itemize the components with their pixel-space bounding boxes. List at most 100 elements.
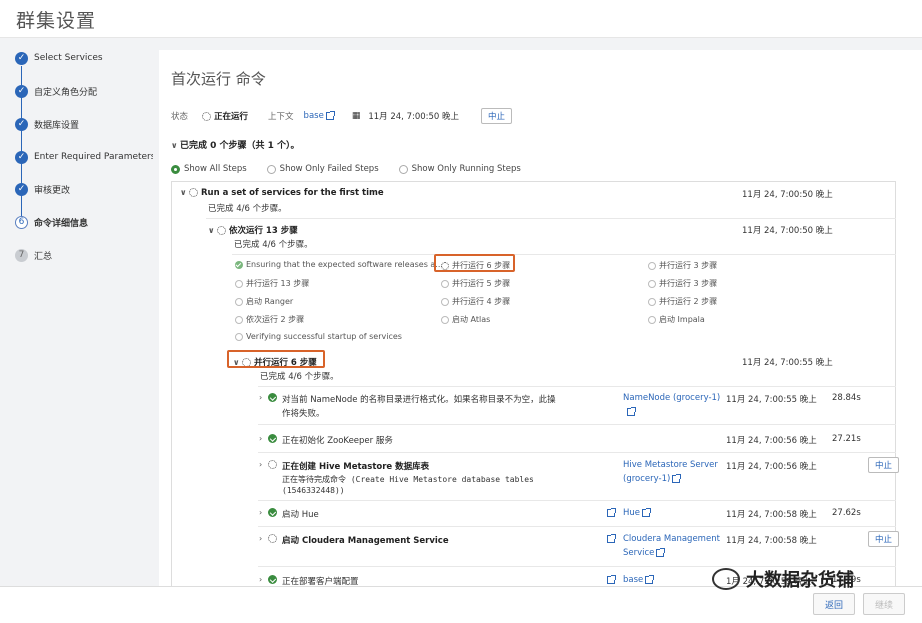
status-label: 状态	[171, 112, 189, 122]
substep-item[interactable]: 并行运行 5 步骤	[441, 278, 510, 289]
substep-item[interactable]: Verifying successful startup of services	[235, 332, 402, 341]
task-role-link-text: (grocery-1)	[623, 474, 671, 484]
chevron-down-icon: ∨	[208, 226, 215, 235]
divider	[258, 500, 896, 501]
substep-label: 启动 Impala	[659, 315, 705, 324]
substep-item[interactable]: 依次运行 2 步骤	[235, 314, 304, 325]
substep-item[interactable]: Ensuring that the expected software rele…	[235, 260, 443, 269]
divider	[258, 526, 896, 527]
context-link[interactable]: base	[304, 111, 324, 121]
steps-panel: ∨ Run a set of services for the first ti…	[171, 181, 900, 587]
task-role-link-cont[interactable]: Service	[623, 547, 666, 558]
chevron-down-icon: ∨	[180, 188, 187, 197]
task-row[interactable]: ›	[259, 534, 277, 544]
wizard-step-summary[interactable]: 7 汇总	[15, 245, 52, 265]
check-icon: ✓	[15, 84, 28, 98]
task-log-link[interactable]	[605, 507, 616, 518]
continue-button[interactable]: 继续	[863, 593, 905, 615]
abort-command-button[interactable]: 中止	[481, 108, 513, 124]
wizard-step-select-services[interactable]: ✓ Select Services	[15, 48, 103, 68]
running-spinner-icon	[217, 226, 226, 235]
task-abort-button[interactable]: 中止	[868, 457, 900, 473]
step-number-badge: 7	[15, 248, 28, 262]
task-duration: 27.62s	[832, 508, 861, 518]
chevron-right-icon: ›	[259, 534, 263, 543]
task-title: 正在初始化 ZooKeeper 服务	[282, 436, 393, 446]
external-link-icon	[642, 507, 652, 517]
task-title: 正在创建 Hive Metastore 数据库表	[282, 462, 430, 472]
seq-step[interactable]: ∨ 依次运行 13 步骤	[208, 224, 298, 236]
pending-icon	[648, 297, 656, 306]
task-role-link[interactable]: Cloudera Management	[623, 534, 720, 544]
external-link-icon[interactable]	[325, 111, 335, 120]
radio-icon	[266, 164, 276, 174]
external-link-icon	[645, 574, 655, 584]
task-role-link[interactable]: base	[623, 574, 655, 585]
start-datetime: 11月 24, 7:00:50 晚上	[368, 112, 460, 122]
check-icon: ✓	[15, 150, 28, 164]
substep-item[interactable]: 并行运行 2 步骤	[648, 296, 717, 307]
highlight-box	[434, 254, 515, 272]
wizard-step-database-setup[interactable]: ✓ 数据库设置	[15, 114, 79, 134]
chevron-right-icon: ›	[259, 434, 263, 443]
parallel-step-time: 11月 24, 7:00:55 晚上	[742, 358, 833, 368]
substep-item[interactable]: 并行运行 3 步骤	[648, 260, 717, 271]
seq-step-progress: 已完成 4/6 个步骤。	[234, 240, 313, 250]
steps-summary-toggle[interactable]: ∨ 已完成 0 个步骤（共 1 个）。	[171, 138, 300, 151]
task-role-link-text: base	[623, 575, 644, 585]
wizard-step-review[interactable]: ✓ 审核更改	[15, 179, 70, 199]
task-subtext: 正在等待完成命令 (Create Hive Metastore database…	[282, 475, 534, 484]
substep-item[interactable]: 启动 Ranger	[235, 296, 293, 307]
substep-item[interactable]: 启动 Impala	[648, 314, 705, 325]
root-step-time: 11月 24, 7:00:50 晚上	[742, 190, 833, 200]
parallel-step-progress: 已完成 4/6 个步骤。	[260, 372, 339, 382]
task-role-link-icon[interactable]	[625, 406, 636, 417]
substep-label: 并行运行 3 步骤	[659, 279, 718, 288]
substep-item[interactable]: 并行运行 3 步骤	[648, 278, 717, 289]
calendar-icon: ▦	[351, 111, 361, 121]
filter-label: Show Only Failed Steps	[279, 164, 379, 174]
task-row[interactable]: ›	[259, 508, 277, 518]
filter-running-steps[interactable]: Show Only Running Steps	[398, 164, 521, 174]
pending-icon	[235, 332, 243, 341]
task-role-link[interactable]: NameNode (grocery-1)	[623, 393, 720, 403]
running-spinner-icon	[202, 111, 212, 121]
pending-icon	[441, 315, 449, 324]
filter-failed-steps[interactable]: Show Only Failed Steps	[266, 164, 379, 174]
task-row[interactable]: ›	[259, 393, 277, 403]
task-role-link[interactable]: Hive Metastore Server	[623, 460, 718, 470]
task-role-link-cont[interactable]: (grocery-1)	[623, 473, 682, 484]
substep-item[interactable]: 启动 Atlas	[441, 314, 490, 325]
running-spinner-icon	[189, 188, 198, 197]
substep-item[interactable]: 并行运行 4 步骤	[441, 296, 510, 307]
check-icon: ✓	[15, 51, 28, 65]
highlight-box	[227, 350, 325, 368]
task-row[interactable]: ›	[259, 460, 277, 470]
chevron-right-icon: ›	[259, 575, 263, 584]
radio-selected-icon	[171, 164, 180, 174]
steps-summary-text: 已完成 0 个步骤（共 1 个）。	[180, 141, 300, 151]
running-spinner-icon	[268, 534, 277, 543]
task-row[interactable]: ›	[259, 434, 277, 444]
check-icon: ✓	[15, 117, 28, 131]
task-log-link[interactable]	[605, 533, 616, 544]
task-log-link[interactable]	[605, 574, 616, 585]
wizard-step-role-assignment[interactable]: ✓ 自定义角色分配	[15, 81, 97, 101]
step-filter-group: Show All Steps Show Only Failed Steps Sh…	[171, 164, 521, 174]
pending-icon	[235, 279, 243, 288]
task-row[interactable]: ›	[259, 575, 277, 585]
external-link-icon	[607, 507, 616, 517]
task-abort-button[interactable]: 中止	[868, 531, 900, 547]
back-button[interactable]: 返回	[813, 593, 855, 615]
task-role-link[interactable]: Hue	[623, 507, 652, 518]
root-step[interactable]: ∨ Run a set of services for the first ti…	[180, 188, 384, 198]
running-spinner-icon	[268, 460, 277, 469]
watermark-text: 大数据杂货铺	[746, 570, 854, 591]
wizard-step-command-details[interactable]: 6 命令详细信息	[15, 212, 88, 232]
divider	[258, 452, 896, 453]
substep-label: 并行运行 4 步骤	[452, 297, 511, 306]
wizard-step-required-params[interactable]: ✓ Enter Required Parameters	[15, 147, 155, 167]
task-time: 11月 24, 7:00:58 晚上	[726, 510, 817, 520]
substep-item[interactable]: 并行运行 13 步骤	[235, 278, 309, 289]
filter-all-steps[interactable]: Show All Steps	[171, 164, 247, 174]
